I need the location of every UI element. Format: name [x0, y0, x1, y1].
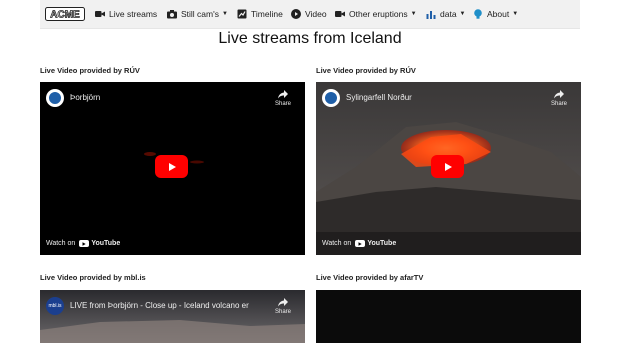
nav-live-streams[interactable]: Live streams: [95, 6, 157, 22]
video-player-sylingarfell[interactable]: Sylingarfell Norður Share Watch on YouTu…: [316, 82, 581, 255]
channel-avatar[interactable]: [46, 89, 64, 107]
page-title: Live streams from Iceland: [218, 30, 402, 47]
camera-icon: [167, 10, 177, 19]
play-circle-icon: [291, 9, 301, 19]
video-title[interactable]: Sylingarfell Norður: [346, 93, 412, 102]
chevron-down-icon: ▼: [512, 11, 519, 17]
video-title[interactable]: Þorbjörn: [70, 93, 100, 102]
video-player-thorbjorn[interactable]: Þorbjörn Share Watch on YouTube: [40, 82, 305, 255]
nav-video[interactable]: Video: [291, 6, 327, 22]
bar-chart-icon: [426, 11, 436, 19]
nav-data[interactable]: data ▼: [426, 6, 466, 22]
play-button[interactable]: [431, 155, 464, 178]
youtube-icon: [79, 240, 90, 247]
play-icon: [168, 162, 176, 171]
card-provider-label: Live Video provided by RÚV: [40, 66, 140, 75]
mbl-channel-avatar[interactable]: mbl.is: [46, 297, 64, 315]
play-icon: [444, 162, 452, 171]
nav-video-label: Video: [305, 9, 327, 19]
share-icon: [554, 90, 564, 99]
video-player-afartv[interactable]: [316, 290, 581, 343]
card-provider-label: Live Video provided by afarTV: [316, 273, 424, 282]
video-thumbnail-closeup: [40, 290, 305, 343]
youtube-icon: [355, 240, 366, 247]
play-button[interactable]: [155, 155, 188, 178]
share-icon: [278, 298, 288, 307]
nav-timeline-label: Timeline: [251, 9, 283, 19]
share-label: Share: [275, 309, 292, 315]
watch-on-youtube-link[interactable]: Watch on YouTube: [322, 240, 396, 247]
card-provider-label: Live Video provided by RÚV: [316, 66, 416, 75]
nav-live-streams-label: Live streams: [109, 9, 158, 19]
nav-about[interactable]: About ▼: [473, 6, 518, 22]
youtube-label: YouTube: [367, 240, 397, 247]
nav-still-cams-label: Still cam's: [181, 9, 219, 19]
timeline-icon: [237, 9, 247, 19]
svg-text:ACME: ACME: [50, 10, 80, 21]
nav-timeline[interactable]: Timeline: [237, 6, 283, 22]
nav-other-eruptions[interactable]: Other eruptions ▼: [335, 6, 417, 22]
nav-other-eruptions-label: Other eruptions: [349, 9, 408, 19]
share-button[interactable]: Share: [275, 297, 291, 315]
video-player-mbl[interactable]: mbl.is LIVE from Þorbjörn - Close up - I…: [40, 290, 305, 343]
card-provider-label: Live Video provided by mbl.is: [40, 273, 146, 282]
nav-data-label: data: [440, 9, 457, 19]
video-title[interactable]: LIVE from Þorbjörn - Close up - Iceland …: [70, 301, 249, 310]
youtube-label: YouTube: [91, 240, 121, 247]
share-button[interactable]: Share: [551, 89, 567, 107]
acme-logo[interactable]: ACME: [45, 7, 85, 21]
watch-on-youtube-link[interactable]: Watch on YouTube: [46, 240, 120, 247]
chevron-down-icon: ▼: [410, 11, 417, 17]
watch-on-label: Watch on: [322, 240, 352, 247]
share-icon: [278, 90, 288, 99]
channel-avatar[interactable]: [322, 89, 340, 107]
share-label: Share: [551, 101, 568, 107]
watch-on-label: Watch on: [46, 240, 76, 247]
nav-about-label: About: [487, 9, 510, 19]
video-camera-icon: [335, 11, 345, 17]
video-camera-icon: [95, 11, 105, 17]
chevron-down-icon: ▼: [459, 11, 466, 17]
share-label: Share: [275, 101, 292, 107]
share-button[interactable]: Share: [275, 89, 291, 107]
chevron-down-icon: ▼: [222, 11, 228, 17]
top-navbar: ACME Live streams Still cam's ▼ Timeline…: [0, 0, 620, 29]
lightbulb-icon: [474, 9, 482, 19]
nav-still-cams[interactable]: Still cam's ▼: [167, 6, 228, 22]
